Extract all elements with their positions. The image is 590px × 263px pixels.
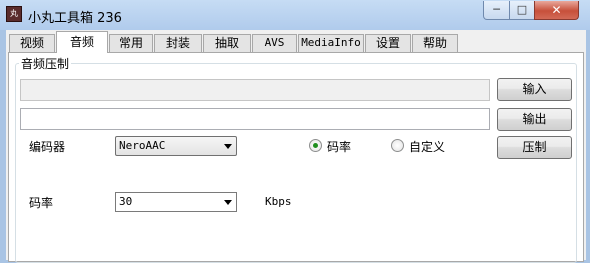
bitrate-combo[interactable]: 30 — [115, 192, 237, 212]
tab-common[interactable]: 常用 — [109, 34, 153, 52]
audio-tab-panel: 音频压制 输入 输出 编码器 NeroAAC 码率 自定义 压制 码率 30 K… — [8, 52, 584, 263]
bitrate-value: 30 — [119, 195, 133, 208]
tab-mux[interactable]: 封装 — [154, 34, 202, 52]
tab-help[interactable]: 帮助 — [412, 34, 458, 52]
input-file-field[interactable] — [20, 79, 490, 101]
window-client: 视频 音频 常用 封装 抽取 AVS MediaInfo 设置 帮助 音频压制 … — [6, 30, 586, 263]
encoder-select[interactable]: NeroAAC — [115, 136, 237, 156]
radio-bitrate-label: 码率 — [327, 140, 352, 154]
radio-bitrate[interactable] — [309, 139, 322, 152]
radio-custom-label: 自定义 — [409, 140, 446, 154]
minimize-button[interactable]: ─ — [483, 1, 510, 20]
close-button[interactable]: ✕ — [534, 1, 579, 20]
chevron-down-icon — [224, 200, 232, 205]
tab-video[interactable]: 视频 — [9, 34, 55, 52]
maximize-button[interactable]: □ — [509, 1, 535, 20]
encoder-select-value: NeroAAC — [119, 139, 166, 152]
bitrate-unit-label: Kbps — [265, 195, 292, 208]
encode-button[interactable]: 压制 — [497, 136, 572, 159]
input-button[interactable]: 输入 — [497, 78, 572, 101]
title-bar: 丸 小丸工具箱 236 ─ □ ✕ — [0, 0, 590, 30]
chevron-down-icon — [224, 144, 232, 149]
tab-avs[interactable]: AVS — [252, 34, 297, 52]
radio-selected-dot — [313, 143, 318, 148]
tab-extract[interactable]: 抽取 — [203, 34, 251, 52]
encoder-label: 编码器 — [29, 140, 66, 154]
app-icon: 丸 — [6, 6, 22, 22]
window-title: 小丸工具箱 236 — [28, 11, 122, 26]
tab-settings[interactable]: 设置 — [365, 34, 411, 52]
audio-encode-group-title: 音频压制 — [19, 55, 72, 72]
radio-custom[interactable] — [391, 139, 404, 152]
output-file-field[interactable] — [20, 108, 490, 130]
tab-mediainfo[interactable]: MediaInfo — [298, 34, 364, 52]
tab-audio[interactable]: 音频 — [56, 31, 108, 53]
output-button[interactable]: 输出 — [497, 108, 572, 131]
bitrate-label: 码率 — [29, 196, 54, 210]
